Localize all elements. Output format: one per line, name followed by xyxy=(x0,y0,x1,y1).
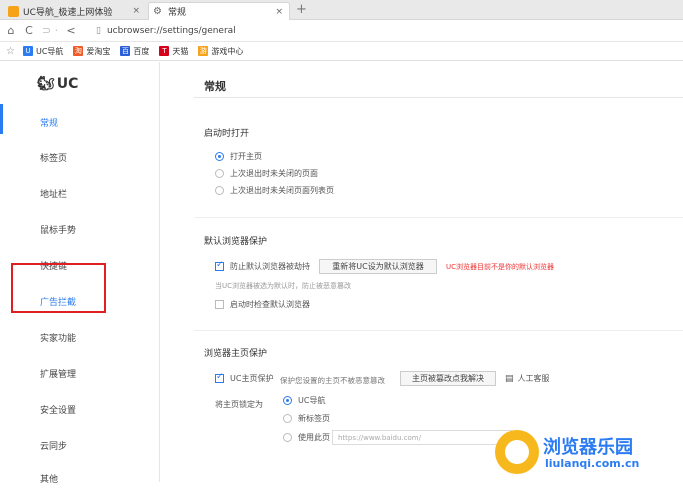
close-icon[interactable]: × xyxy=(275,7,283,17)
tab-label: 常规 xyxy=(168,8,187,18)
divider xyxy=(194,330,683,331)
divider xyxy=(194,97,683,98)
lock-homepage-label: 将主页锁定为 xyxy=(215,400,263,409)
new-tab-button[interactable]: + xyxy=(296,2,307,17)
uc-squirrel-icon: 🐿 xyxy=(37,76,55,92)
page-icon: ▯ xyxy=(96,25,101,36)
bookmark-aitaobao[interactable]: 淘 爱淘宝 xyxy=(73,46,110,57)
checkbox-checked-icon xyxy=(215,372,224,383)
tab-uc-nav[interactable]: UC导航_极速上网体验 × xyxy=(4,2,146,20)
homepage-url-input[interactable]: https://www.baidu.com/ xyxy=(332,430,512,445)
startup-heading: 启动时打开 xyxy=(204,129,250,139)
radio-icon xyxy=(283,433,292,442)
watermark-title: 浏览器乐园 xyxy=(543,437,633,458)
page-title: 常规 xyxy=(204,80,226,93)
sidebar-item-address-bar[interactable]: 地址栏 xyxy=(0,183,158,203)
highlight-box xyxy=(11,263,106,313)
uc-nav-icon: U xyxy=(22,46,33,56)
bookmark-baidu[interactable]: 百 百度 xyxy=(120,46,149,57)
set-default-browser-button[interactable]: 重新将UC设为默认浏览器 xyxy=(319,259,437,274)
back-menu-icon[interactable]: ⊃ · xyxy=(38,24,62,37)
uc-homepage-protect-checkbox[interactable]: UC主页保护 xyxy=(215,372,273,384)
sidebar-item-practical-features[interactable]: 实家功能 xyxy=(0,327,158,347)
checkbox-checked-icon xyxy=(215,260,224,271)
homepage-option-uc-nav[interactable]: UC导航 xyxy=(283,395,325,406)
divider xyxy=(194,217,683,218)
address-bar[interactable]: ucbrowser://settings/general xyxy=(107,26,236,36)
sidebar-item-tabs[interactable]: 标签页 xyxy=(0,147,158,167)
game-center-icon: 游 xyxy=(198,46,209,56)
homepage-protection-heading: 浏览器主页保护 xyxy=(204,349,268,359)
radio-icon xyxy=(215,186,224,195)
baidu-icon: 百 xyxy=(120,46,131,56)
sidebar-item-general[interactable]: 常规 xyxy=(0,112,158,132)
watermark-logo-icon xyxy=(495,430,539,474)
sidebar-item-extensions[interactable]: 扩展管理 xyxy=(0,363,158,383)
homepage-protect-note: 保护您设置的主页不被恶意篡改 xyxy=(280,376,385,385)
navigation-bar: ⌂ C ⊃ · < ▯ ucbrowser://settings/general xyxy=(0,20,683,42)
chat-icon: ▤ xyxy=(505,373,514,384)
back-icon[interactable]: < xyxy=(62,24,80,37)
bookmarks-bar: ☆ U UC导航 淘 爱淘宝 百 百度 T 天猫 游 游戏中心 xyxy=(0,42,683,61)
uc-logo: 🐿 UC xyxy=(37,76,79,92)
uc-favicon-icon xyxy=(8,5,19,17)
taobao-icon: 淘 xyxy=(73,46,84,56)
watermark-domain: liulanqi.com.cn xyxy=(545,457,640,470)
bookmark-game-center[interactable]: 游 游戏中心 xyxy=(198,46,243,57)
default-browser-note: 当UC浏览器被选为默认时，防止被恶意篡改 xyxy=(215,282,352,290)
startup-option-homepage[interactable]: 打开主页 xyxy=(215,151,262,162)
default-browser-warning: UC浏览器目前不是你的默认浏览器 xyxy=(446,263,555,271)
bookmark-uc-nav[interactable]: U UC导航 xyxy=(22,46,63,57)
sidebar-item-other[interactable]: 其他 xyxy=(0,468,158,488)
close-icon[interactable]: × xyxy=(132,6,140,16)
radio-icon xyxy=(283,414,292,423)
home-icon[interactable]: ⌂ xyxy=(2,24,20,37)
tab-label: UC导航_极速上网体验 xyxy=(23,7,113,18)
sidebar-item-security[interactable]: 安全设置 xyxy=(0,399,158,419)
startup-option-last-session[interactable]: 上次退出时未关闭的页面 xyxy=(215,168,318,179)
tab-strip: UC导航_极速上网体验 × ⚙ 常规 × + xyxy=(0,0,683,20)
tab-settings[interactable]: ⚙ 常规 × xyxy=(148,2,290,20)
default-browser-heading: 默认浏览器保护 xyxy=(204,237,268,247)
radio-selected-icon xyxy=(215,152,224,161)
bookmark-tmall[interactable]: T 天猫 xyxy=(159,46,188,57)
site-watermark: 浏览器乐园 liulanqi.com.cn xyxy=(495,425,683,482)
radio-icon xyxy=(215,169,224,178)
settings-main: 常规 启动时打开 打开主页 上次退出时未关闭的页面 上次退出时未关闭页面列表页 … xyxy=(160,62,683,482)
radio-selected-icon xyxy=(283,396,292,405)
settings-sidebar: 🐿 UC 常规 标签页 地址栏 鼠标手势 快捷键 广告拦截 实家功能 扩展管理 … xyxy=(0,62,160,485)
homepage-option-custom[interactable]: 使用此页 xyxy=(283,432,330,443)
homepage-option-new-tab[interactable]: 新标签页 xyxy=(283,413,330,424)
checkbox-icon xyxy=(215,300,224,309)
customer-service-link[interactable]: ▤ 人工客服 xyxy=(505,373,550,384)
refresh-icon[interactable]: C xyxy=(20,24,38,37)
sidebar-item-mouse-gestures[interactable]: 鼠标手势 xyxy=(0,219,158,239)
gear-icon: ⚙ xyxy=(153,6,162,17)
tmall-icon: T xyxy=(159,46,170,56)
star-icon[interactable]: ☆ xyxy=(6,46,15,57)
prevent-hijack-checkbox[interactable]: 防止默认浏览器被劫持 xyxy=(215,260,310,272)
check-default-on-startup-checkbox[interactable]: 启动时检查默认浏览器 xyxy=(215,299,310,310)
startup-option-last-session-list[interactable]: 上次退出时未关闭页面列表页 xyxy=(215,185,334,196)
homepage-fix-button[interactable]: 主页被篡改点我解决 xyxy=(400,371,496,386)
sidebar-item-cloud-sync[interactable]: 云同步 xyxy=(0,435,158,455)
